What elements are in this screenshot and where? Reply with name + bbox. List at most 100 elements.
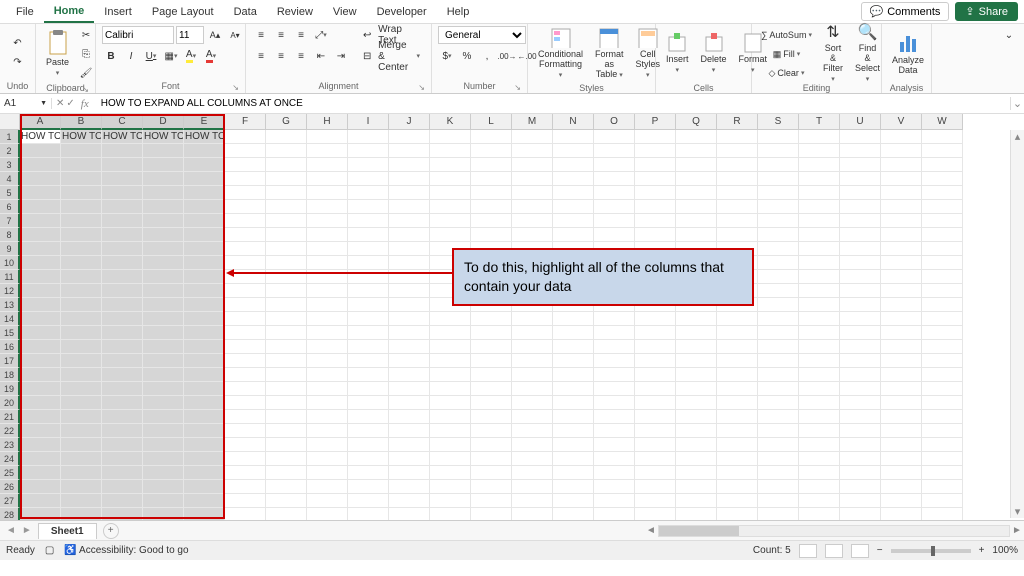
- cell-J10[interactable]: [389, 256, 430, 270]
- cell-B11[interactable]: [61, 270, 102, 284]
- cell-Q4[interactable]: [676, 172, 717, 186]
- cell-D15[interactable]: [143, 326, 184, 340]
- cell-U16[interactable]: [840, 340, 881, 354]
- cell-Q19[interactable]: [676, 382, 717, 396]
- analyze-data-button[interactable]: Analyze Data: [888, 26, 928, 82]
- cell-C28[interactable]: [102, 508, 143, 520]
- cell-T14[interactable]: [799, 312, 840, 326]
- cell-K5[interactable]: [430, 186, 471, 200]
- paste-button[interactable]: Paste: [42, 26, 73, 82]
- cell-T13[interactable]: [799, 298, 840, 312]
- cell-D1[interactable]: HOW TO E: [143, 130, 184, 144]
- cell-B20[interactable]: [61, 396, 102, 410]
- cell-N22[interactable]: [553, 424, 594, 438]
- cell-N8[interactable]: [553, 228, 594, 242]
- cell-A15[interactable]: [20, 326, 61, 340]
- cell-G19[interactable]: [266, 382, 307, 396]
- copy-button[interactable]: ⎘: [77, 45, 95, 63]
- cell-J3[interactable]: [389, 158, 430, 172]
- row-header-17[interactable]: 17: [0, 354, 20, 368]
- scroll-left-icon[interactable]: ◄: [644, 525, 658, 536]
- cell-V2[interactable]: [881, 144, 922, 158]
- cell-E24[interactable]: [184, 452, 225, 466]
- zoom-in-button[interactable]: +: [979, 545, 985, 556]
- cell-B21[interactable]: [61, 410, 102, 424]
- cell-F1[interactable]: [225, 130, 266, 144]
- cell-K16[interactable]: [430, 340, 471, 354]
- cell-D26[interactable]: [143, 480, 184, 494]
- sort-filter-button[interactable]: ⇅ Sort & Filter: [819, 26, 847, 82]
- cell-S17[interactable]: [758, 354, 799, 368]
- cell-A22[interactable]: [20, 424, 61, 438]
- column-header-T[interactable]: T: [799, 114, 840, 130]
- font-size-select[interactable]: [176, 26, 204, 44]
- cell-V14[interactable]: [881, 312, 922, 326]
- cell-K1[interactable]: [430, 130, 471, 144]
- cell-S19[interactable]: [758, 382, 799, 396]
- cell-G10[interactable]: [266, 256, 307, 270]
- accounting-format-button[interactable]: $: [438, 47, 456, 65]
- cell-J17[interactable]: [389, 354, 430, 368]
- cell-J26[interactable]: [389, 480, 430, 494]
- cell-O20[interactable]: [594, 396, 635, 410]
- cell-H23[interactable]: [307, 438, 348, 452]
- cell-U20[interactable]: [840, 396, 881, 410]
- cell-E8[interactable]: [184, 228, 225, 242]
- cell-T12[interactable]: [799, 284, 840, 298]
- cell-Q27[interactable]: [676, 494, 717, 508]
- cell-G9[interactable]: [266, 242, 307, 256]
- bold-button[interactable]: B: [102, 47, 120, 65]
- cell-P3[interactable]: [635, 158, 676, 172]
- cell-C9[interactable]: [102, 242, 143, 256]
- fx-icon[interactable]: fx: [77, 98, 93, 110]
- cell-S2[interactable]: [758, 144, 799, 158]
- cell-I24[interactable]: [348, 452, 389, 466]
- cell-H1[interactable]: [307, 130, 348, 144]
- cell-G26[interactable]: [266, 480, 307, 494]
- cell-I1[interactable]: [348, 130, 389, 144]
- cell-F2[interactable]: [225, 144, 266, 158]
- cell-P4[interactable]: [635, 172, 676, 186]
- cell-S21[interactable]: [758, 410, 799, 424]
- cell-W20[interactable]: [922, 396, 963, 410]
- cell-R6[interactable]: [717, 200, 758, 214]
- cell-C14[interactable]: [102, 312, 143, 326]
- cell-P1[interactable]: [635, 130, 676, 144]
- cell-G2[interactable]: [266, 144, 307, 158]
- cell-D17[interactable]: [143, 354, 184, 368]
- row-header-19[interactable]: 19: [0, 382, 20, 396]
- cell-W4[interactable]: [922, 172, 963, 186]
- cell-C7[interactable]: [102, 214, 143, 228]
- cell-A25[interactable]: [20, 466, 61, 480]
- cell-L3[interactable]: [471, 158, 512, 172]
- cell-N2[interactable]: [553, 144, 594, 158]
- name-box[interactable]: A1▼: [0, 98, 52, 109]
- cell-I17[interactable]: [348, 354, 389, 368]
- cell-C20[interactable]: [102, 396, 143, 410]
- cell-V17[interactable]: [881, 354, 922, 368]
- cell-B25[interactable]: [61, 466, 102, 480]
- fill-color-button[interactable]: A: [182, 47, 200, 65]
- cell-A8[interactable]: [20, 228, 61, 242]
- cell-D5[interactable]: [143, 186, 184, 200]
- cell-T1[interactable]: [799, 130, 840, 144]
- cell-I20[interactable]: [348, 396, 389, 410]
- cell-O4[interactable]: [594, 172, 635, 186]
- cell-C4[interactable]: [102, 172, 143, 186]
- cell-C27[interactable]: [102, 494, 143, 508]
- cell-M20[interactable]: [512, 396, 553, 410]
- cell-N1[interactable]: [553, 130, 594, 144]
- cell-V7[interactable]: [881, 214, 922, 228]
- cell-Q17[interactable]: [676, 354, 717, 368]
- cell-V18[interactable]: [881, 368, 922, 382]
- column-header-E[interactable]: E: [184, 114, 225, 130]
- cell-F8[interactable]: [225, 228, 266, 242]
- cell-E21[interactable]: [184, 410, 225, 424]
- cell-U17[interactable]: [840, 354, 881, 368]
- cell-A26[interactable]: [20, 480, 61, 494]
- cell-G5[interactable]: [266, 186, 307, 200]
- cell-L19[interactable]: [471, 382, 512, 396]
- cell-S6[interactable]: [758, 200, 799, 214]
- cell-O22[interactable]: [594, 424, 635, 438]
- cell-W27[interactable]: [922, 494, 963, 508]
